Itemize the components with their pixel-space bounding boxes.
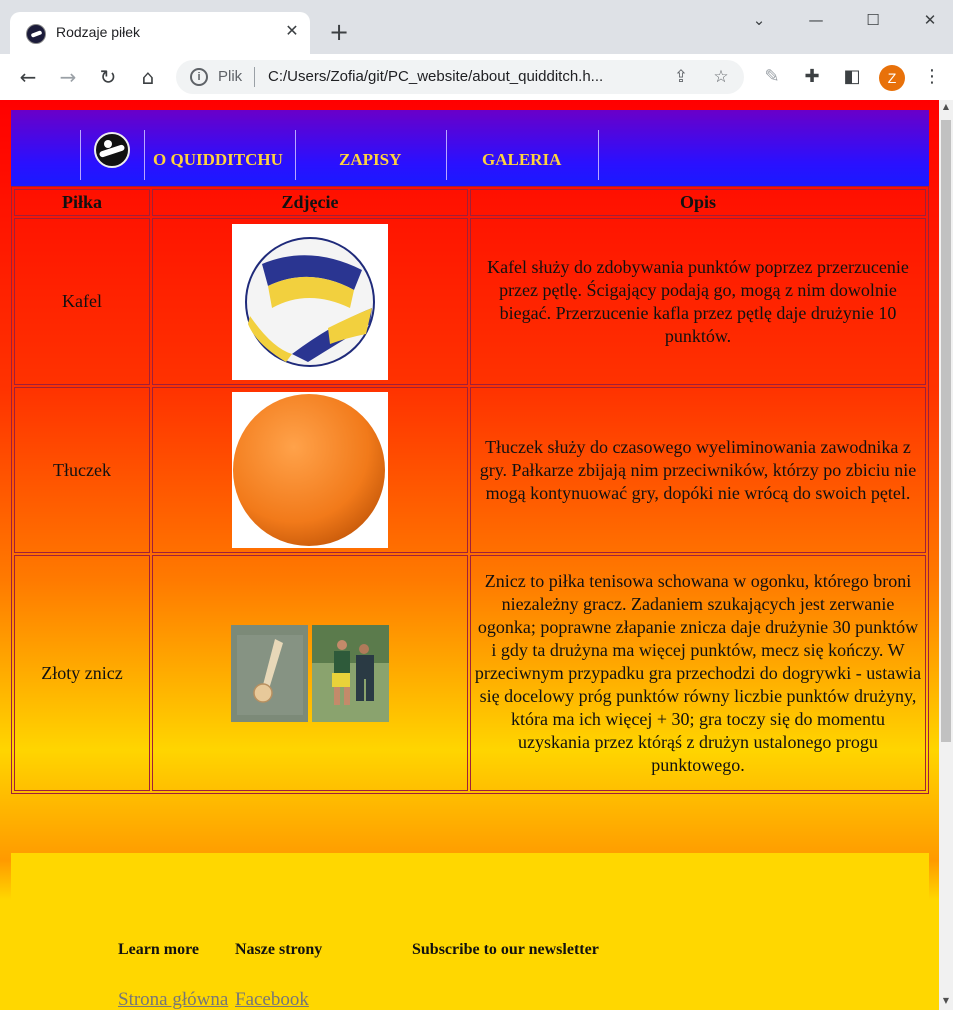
- scroll-down-arrow-icon[interactable]: ▼: [939, 994, 953, 1008]
- site-info-icon[interactable]: i: [190, 68, 208, 86]
- site-logo[interactable]: [94, 132, 130, 168]
- extension-icon[interactable]: ✎: [759, 64, 785, 90]
- minimize-icon[interactable]: —: [801, 8, 831, 32]
- browser-chrome: Rodzaje piłek ✕ + ⌄ — ☐ ✕ ← → ↻ ⌂ i Plik…: [0, 0, 953, 100]
- maximize-icon[interactable]: ☐: [858, 8, 888, 32]
- browser-tab[interactable]: Rodzaje piłek ✕: [10, 12, 310, 54]
- nav-link-o-quidditchu[interactable]: O QUIDDITCHU: [153, 150, 283, 170]
- reload-icon[interactable]: ↻: [95, 64, 121, 90]
- ball-image-cell: [152, 555, 468, 791]
- ball-name: Kafel: [14, 218, 150, 385]
- address-url[interactable]: C:/Users/Zofia/git/PC_website/about_quid…: [268, 68, 603, 85]
- new-tab-icon[interactable]: +: [326, 20, 352, 46]
- column-header-zdjecie: Zdjęcie: [152, 189, 468, 216]
- menu-kebab-icon[interactable]: ⋮: [919, 64, 945, 90]
- side-panel-icon[interactable]: ◧: [839, 64, 865, 90]
- tab-favicon-icon: [26, 24, 46, 44]
- orange-ball-image: [232, 392, 388, 548]
- snitch-ball-graphic: [230, 624, 308, 722]
- ball-description: Kafel służy do zdobywania punktów poprze…: [470, 218, 926, 385]
- forward-icon[interactable]: →: [55, 64, 81, 90]
- profile-avatar[interactable]: Z: [879, 65, 905, 91]
- ball-description: Tłuczek służy do czasowego wyeliminowani…: [470, 387, 926, 553]
- nav-divider: [295, 130, 296, 180]
- ball-name: Złoty znicz: [14, 555, 150, 791]
- tab-search-icon[interactable]: ⌄: [744, 8, 774, 32]
- browser-toolbar: ← → ↻ ⌂ i Plik C:/Users/Zofia/git/PC_web…: [0, 54, 953, 100]
- footer-link-strona-glowna[interactable]: Strona główna: [118, 989, 228, 1010]
- nav-link-zapisy[interactable]: ZAPISY: [339, 150, 401, 170]
- close-window-icon[interactable]: ✕: [915, 8, 945, 32]
- players-photo: [312, 624, 390, 722]
- table-row: Złoty znicz Znicz to piłka tenisowa scho…: [14, 555, 926, 791]
- table-header-row: Piłka Zdjęcie Opis: [14, 189, 926, 216]
- nav-divider: [144, 130, 145, 180]
- extensions-puzzle-icon[interactable]: ✚: [799, 64, 825, 90]
- tab-strip: Rodzaje piłek ✕ + ⌄ — ☐ ✕: [0, 0, 953, 54]
- column-header-pilka: Piłka: [14, 189, 150, 216]
- table-row: Tłuczek Tłuczek służy do czasowego wyeli…: [14, 387, 926, 553]
- nav-divider: [446, 130, 447, 180]
- nav-divider: [598, 130, 599, 180]
- footer-heading-newsletter: Subscribe to our newsletter: [412, 941, 599, 958]
- page-footer: Learn more Nasze strony Subscribe to our…: [11, 853, 929, 1010]
- home-icon[interactable]: ⌂: [135, 64, 161, 90]
- table-row: Kafel Kafel służy do zdobywania punktów …: [14, 218, 926, 385]
- footer-heading-learn-more: Learn more: [118, 941, 200, 958]
- nav-divider: [80, 130, 81, 180]
- page-scrollbar[interactable]: ▲ ▼: [939, 100, 953, 1010]
- ball-name: Tłuczek: [14, 387, 150, 553]
- address-prefix: Plik: [218, 68, 243, 85]
- scrollbar-thumb[interactable]: [941, 120, 951, 742]
- snitch-photo: [230, 624, 308, 722]
- tab-title: Rodzaje piłek: [56, 24, 141, 40]
- back-icon[interactable]: ←: [15, 64, 41, 90]
- close-tab-icon[interactable]: ✕: [282, 21, 302, 41]
- address-separator: [254, 67, 255, 87]
- bookmark-star-icon[interactable]: ☆: [710, 66, 732, 88]
- footer-link-facebook[interactable]: Facebook: [235, 989, 309, 1010]
- ball-image-cell: [152, 387, 468, 553]
- orange-ball-graphic: [233, 394, 385, 546]
- balls-table: Piłka Zdjęcie Opis Kafel Kafel służy do …: [11, 186, 929, 794]
- column-header-opis: Opis: [470, 189, 926, 216]
- players-graphic: [312, 624, 390, 722]
- volleyball-image: [232, 223, 388, 380]
- share-icon[interactable]: ⇪: [670, 66, 692, 88]
- scroll-up-arrow-icon[interactable]: ▲: [939, 100, 953, 114]
- volleyball-graphic: [245, 236, 375, 367]
- page-viewport: O QUIDDITCHU ZAPISY GALERIA Piłka Zdjęci…: [0, 100, 939, 1010]
- footer-heading-nasze-strony: Nasze strony: [235, 941, 323, 958]
- top-navigation: O QUIDDITCHU ZAPISY GALERIA: [11, 110, 929, 186]
- ball-image-cell: [152, 218, 468, 385]
- ball-description: Znicz to piłka tenisowa schowana w ogonk…: [470, 555, 926, 791]
- nav-link-galeria[interactable]: GALERIA: [482, 150, 561, 170]
- address-bar[interactable]: i Plik C:/Users/Zofia/git/PC_website/abo…: [176, 60, 744, 94]
